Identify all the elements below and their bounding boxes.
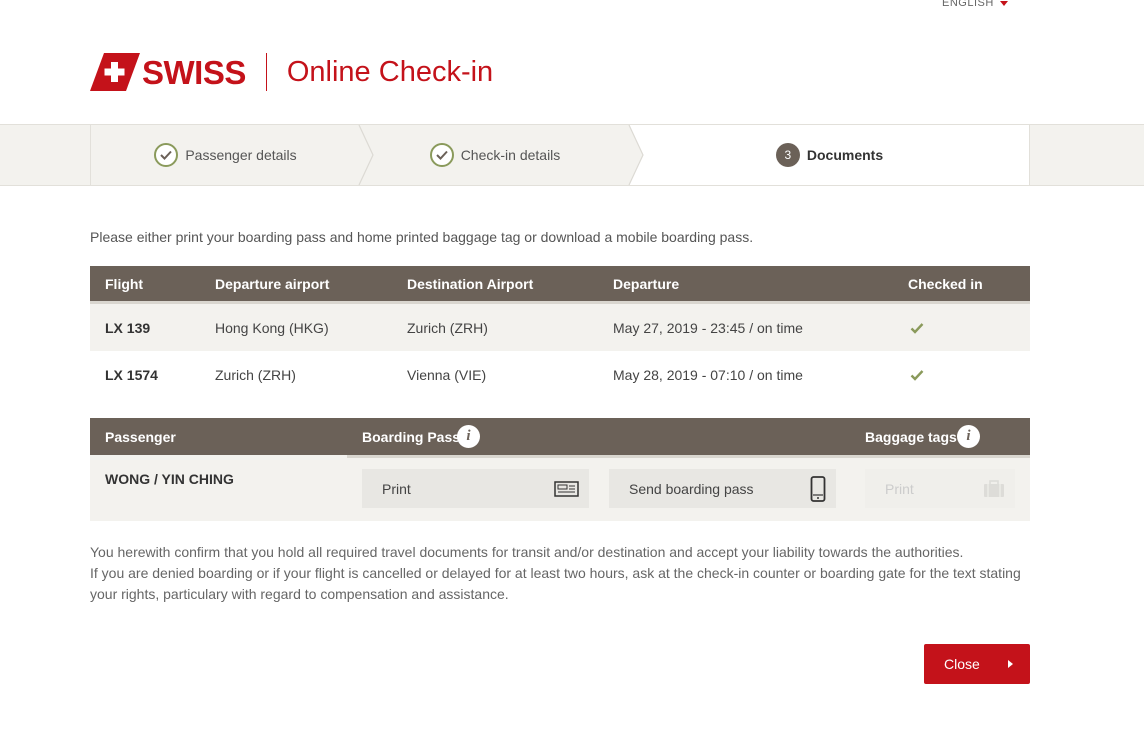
flight-number: LX 139 <box>105 319 151 336</box>
table-row: LX 139 Hong Kong (HKG) Zurich (ZRH) May … <box>90 304 1030 351</box>
print-boarding-pass-button[interactable]: Print <box>362 469 589 508</box>
column-header-checked-in: Checked in <box>908 275 983 292</box>
table-row: LX 1574 Zurich (ZRH) Vienna (VIE) May 28… <box>90 351 1030 398</box>
column-header-flight: Flight <box>105 275 144 292</box>
destination-airport: Zurich (ZRH) <box>407 319 488 336</box>
suitcase-icon <box>984 479 1004 497</box>
mobile-phone-icon <box>810 475 826 502</box>
flight-number: LX 1574 <box>105 366 158 383</box>
passenger-name: WONG / YIN CHING <box>105 471 234 487</box>
page-title: Online Check-in <box>286 55 494 88</box>
checkmark-icon <box>910 322 924 334</box>
step-passenger-details[interactable]: Passenger details <box>90 125 374 185</box>
check-circle-icon <box>429 143 454 167</box>
swiss-logo[interactable]: SWISS <box>90 53 246 91</box>
step-check-in-details[interactable]: Check-in details <box>360 125 644 185</box>
flights-table: Flight Departure airport Destination Air… <box>90 266 1030 398</box>
table-header: Passenger Boarding Pass i Baggage tags i <box>90 418 1030 455</box>
column-header-destination-airport: Destination Airport <box>407 275 534 292</box>
button-label: Print <box>382 480 411 497</box>
close-button[interactable]: Close <box>924 644 1030 684</box>
check-circle-icon <box>154 143 179 167</box>
table-header: Flight Departure airport Destination Air… <box>90 266 1030 304</box>
send-boarding-pass-button[interactable]: Send boarding pass <box>609 469 836 508</box>
departure-airport: Hong Kong (HKG) <box>215 319 329 336</box>
column-header-passenger: Passenger <box>105 429 176 445</box>
chevron-right-icon <box>1008 660 1013 668</box>
header: SWISS Online Check-in <box>90 52 493 92</box>
step-documents: 3 Documents <box>630 125 1030 185</box>
ticket-icon <box>554 480 579 497</box>
caret-down-icon <box>999 1 1008 6</box>
checked-in-status <box>908 368 1030 382</box>
button-label: Close <box>944 656 980 672</box>
departure-airport: Zurich (ZRH) <box>215 366 296 383</box>
column-header-departure-airport: Departure airport <box>215 275 330 292</box>
departure-time: May 27, 2019 - 23:45 / on time <box>613 319 803 336</box>
baggage-tags-info-icon[interactable]: i <box>957 425 980 448</box>
checked-in-status <box>908 321 1030 335</box>
step-label: Check-in details <box>460 147 561 163</box>
column-header-boarding-pass: Boarding Pass <box>362 429 461 445</box>
language-label: ENGLISH <box>942 0 994 9</box>
row-divider <box>347 455 1030 458</box>
print-baggage-tag-button: Print <box>865 469 1015 508</box>
language-selector[interactable]: ENGLISH <box>942 0 1008 9</box>
brand-name: SWISS <box>142 53 246 91</box>
step-separator-chevron <box>358 125 374 185</box>
destination-airport: Vienna (VIE) <box>407 366 487 383</box>
disclaimer-line: You herewith confirm that you hold all r… <box>90 544 964 560</box>
departure-time: May 28, 2019 - 07:10 / on time <box>613 366 803 383</box>
checkmark-icon <box>910 369 924 381</box>
disclaimer-line: If you are denied boarding or if your fl… <box>90 565 1021 602</box>
column-header-departure: Departure <box>613 275 680 292</box>
progress-steps: Passenger details Check-in details 3 Doc… <box>0 124 1144 186</box>
legal-disclaimer: You herewith confirm that you hold all r… <box>90 542 1040 605</box>
step-separator-chevron <box>628 125 644 185</box>
instruction-text: Please either print your boarding pass a… <box>90 229 754 245</box>
column-header-baggage-tags: Baggage tags <box>865 429 957 445</box>
table-row: WONG / YIN CHING Print Send boarding pas… <box>90 455 1030 521</box>
passenger-documents-table: Passenger Boarding Pass i Baggage tags i… <box>90 418 1030 521</box>
header-divider <box>265 53 267 91</box>
step-label: Passenger details <box>185 147 297 163</box>
button-label: Print <box>885 480 914 497</box>
boarding-pass-info-icon[interactable]: i <box>457 425 480 448</box>
step-number-badge: 3 <box>775 143 800 167</box>
swiss-flag-logo-icon <box>90 53 140 91</box>
step-label: Documents <box>806 147 884 163</box>
button-label: Send boarding pass <box>629 480 754 497</box>
